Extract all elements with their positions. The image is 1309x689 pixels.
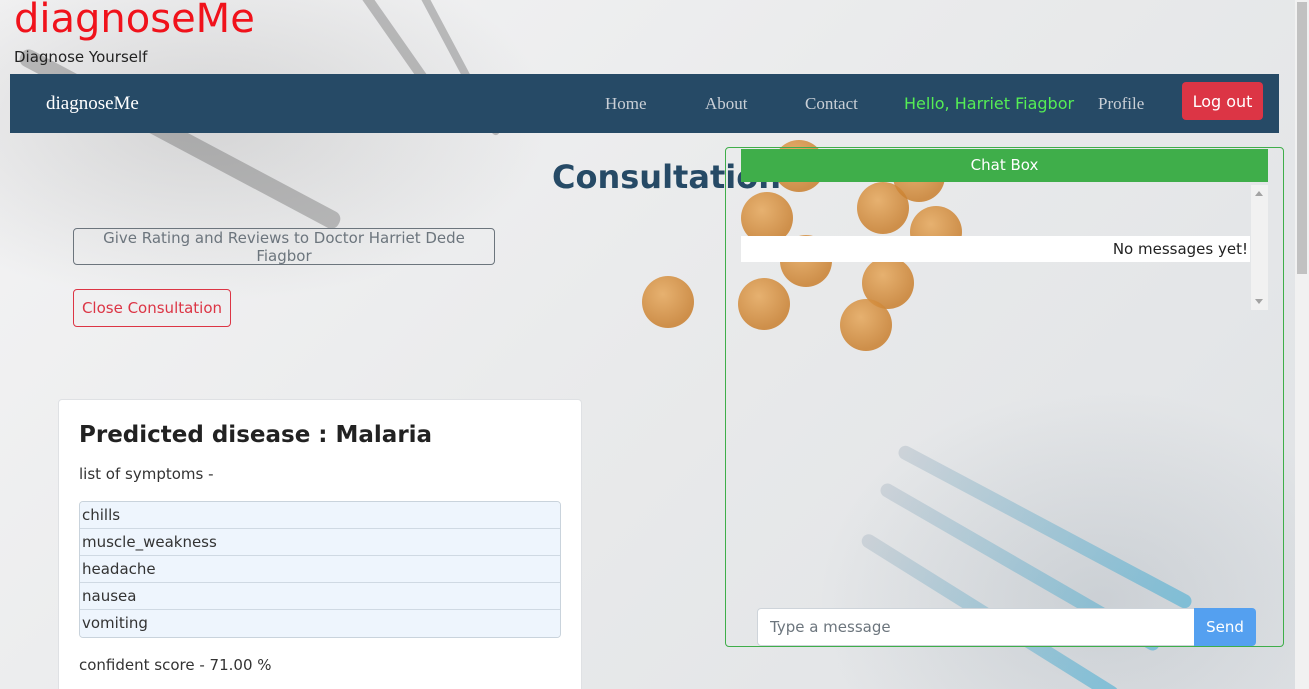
symptom-item: nausea bbox=[80, 583, 560, 610]
chat-header: Chat Box bbox=[741, 149, 1268, 182]
site-tagline: Diagnose Yourself bbox=[14, 48, 148, 66]
page-scrollbar-thumb[interactable] bbox=[1297, 2, 1307, 274]
symptom-item: muscle_weakness bbox=[80, 529, 560, 556]
message-input[interactable] bbox=[757, 608, 1197, 646]
confidence-score: confident score - 71.00 % bbox=[79, 656, 272, 674]
chat-box: Chat Box No messages yet! Send bbox=[725, 147, 1284, 647]
site-brand: diagnoseMe bbox=[14, 0, 255, 42]
rate-doctor-button[interactable]: Give Rating and Reviews to Doctor Harrie… bbox=[73, 228, 495, 265]
page-scrollbar[interactable] bbox=[1295, 0, 1309, 689]
chat-scrollbar[interactable] bbox=[1251, 185, 1268, 310]
close-consultation-button[interactable]: Close Consultation bbox=[73, 289, 231, 327]
symptom-item: headache bbox=[80, 556, 560, 583]
navbar: diagnoseMe Home About Contact Hello, Har… bbox=[10, 74, 1279, 133]
user-greeting[interactable]: Hello, Harriet Fiagbor bbox=[904, 94, 1074, 113]
chat-messages[interactable]: No messages yet! bbox=[741, 185, 1268, 310]
predicted-disease-title: Predicted disease : Malaria bbox=[79, 422, 433, 448]
nav-link-contact[interactable]: Contact bbox=[805, 94, 858, 114]
send-button[interactable]: Send bbox=[1194, 608, 1256, 646]
logout-button[interactable]: Log out bbox=[1182, 82, 1263, 120]
symptoms-label: list of symptoms - bbox=[79, 465, 214, 483]
nav-link-home[interactable]: Home bbox=[605, 94, 647, 114]
symptom-item: vomiting bbox=[80, 610, 560, 637]
nav-link-profile[interactable]: Profile bbox=[1098, 94, 1144, 114]
nav-link-about[interactable]: About bbox=[705, 94, 748, 114]
prediction-card: Predicted disease : Malaria list of symp… bbox=[58, 399, 582, 689]
scroll-down-arrow-icon[interactable] bbox=[1255, 299, 1263, 304]
no-messages-text: No messages yet! bbox=[741, 236, 1250, 262]
navbar-brand[interactable]: diagnoseMe bbox=[46, 93, 139, 115]
scroll-up-arrow-icon[interactable] bbox=[1255, 191, 1263, 196]
symptom-list: chills muscle_weakness headache nausea v… bbox=[79, 501, 561, 638]
symptom-item: chills bbox=[80, 502, 560, 529]
